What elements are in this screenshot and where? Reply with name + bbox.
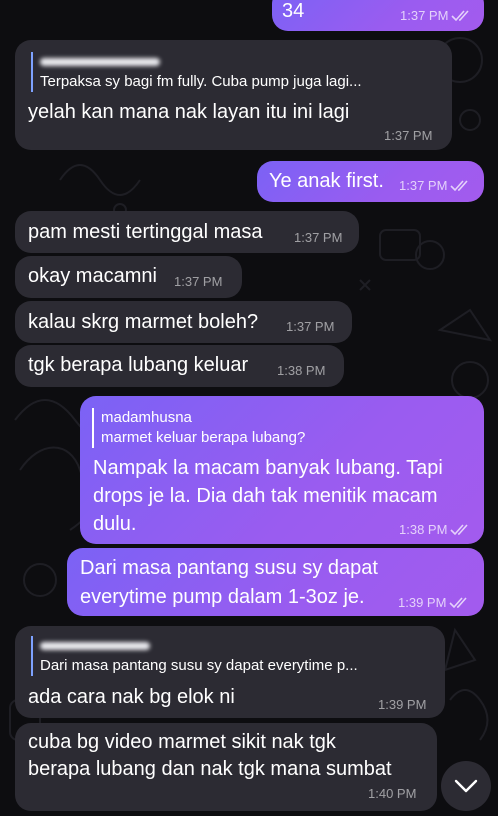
message-text-line: Dari masa pantang susu sy dapat (80, 557, 378, 579)
message-time: 1:38 PM (399, 522, 470, 537)
message-text-line: cuba bg video marmet sikit nak tgk (28, 731, 336, 753)
message-bubble-incoming[interactable]: pam mesti tertinggal masa 1:37 PM (15, 211, 359, 253)
message-text: 34 (282, 0, 305, 22)
reply-quote[interactable]: Dari masa pantang susu sy dapat everytim… (31, 636, 358, 676)
reply-preview-text: marmet keluar berapa lubang? (101, 429, 306, 446)
double-check-icon (450, 524, 469, 536)
message-time: 1:37 PM (400, 8, 471, 23)
message-text-line: Nampak la macam banyak lubang. Tapi (93, 457, 443, 479)
message-bubble-incoming[interactable]: Terpaksa sy bagi fm fully. Cuba pump jug… (15, 40, 452, 150)
message-time: 1:37 PM (294, 230, 343, 245)
message-bubble-incoming[interactable]: cuba bg video marmet sikit nak tgk berap… (15, 723, 437, 811)
message-bubble-incoming[interactable]: okay macamni 1:37 PM (15, 256, 242, 298)
double-check-icon (449, 597, 468, 609)
message-time: 1:37 PM (286, 319, 335, 334)
message-text: okay macamni (28, 265, 157, 287)
message-text-line: dulu. (93, 513, 137, 535)
message-time: 1:37 PM (399, 178, 470, 193)
reply-quote[interactable]: Terpaksa sy bagi fm fully. Cuba pump jug… (31, 52, 362, 92)
reply-sender-name-redacted (40, 636, 358, 656)
message-text-line: berapa lubang dan nak tgk mana sumbat (28, 758, 392, 780)
message-text: pam mesti tertinggal masa (28, 221, 263, 243)
message-text: tgk berapa lubang keluar (28, 354, 249, 376)
message-text-line: everytime pump dalam 1-3oz je. (80, 586, 365, 608)
message-bubble-incoming[interactable]: tgk berapa lubang keluar 1:38 PM (15, 345, 344, 387)
message-bubble-incoming[interactable]: Dari masa pantang susu sy dapat everytim… (15, 626, 445, 718)
message-bubble-outgoing[interactable]: Ye anak first. 1:37 PM (257, 161, 484, 202)
message-time: 1:37 PM (384, 128, 433, 143)
message-text-line: drops je la. Dia dah tak menitik macam (93, 485, 438, 507)
scroll-to-bottom-button[interactable] (441, 761, 491, 811)
double-check-icon (451, 10, 470, 22)
message-time: 1:39 PM (378, 697, 427, 712)
reply-sender-name-redacted (40, 52, 362, 72)
message-bubble-outgoing[interactable]: madamhusna marmet keluar berapa lubang? … (80, 396, 484, 544)
reply-preview-text: Terpaksa sy bagi fm fully. Cuba pump jug… (40, 73, 362, 90)
message-text: yelah kan mana nak layan itu ini lagi (28, 101, 350, 123)
reply-quote[interactable]: madamhusna marmet keluar berapa lubang? (92, 408, 305, 448)
message-bubble-outgoing[interactable]: 34 1:37 PM (272, 0, 484, 31)
reply-preview-text: Dari masa pantang susu sy dapat everytim… (40, 657, 358, 674)
message-time: 1:38 PM (277, 363, 326, 378)
double-check-icon (450, 180, 469, 192)
message-text: kalau skrg marmet boleh? (28, 311, 259, 333)
message-bubble-outgoing[interactable]: Dari masa pantang susu sy dapat everytim… (67, 548, 484, 616)
reply-sender-name: madamhusna (101, 409, 192, 426)
message-text: ada cara nak bg elok ni (28, 686, 235, 708)
message-time: 1:39 PM (398, 595, 469, 610)
chevron-down-icon (454, 779, 478, 793)
message-time: 1:40 PM (368, 786, 417, 801)
message-bubble-incoming[interactable]: kalau skrg marmet boleh? 1:37 PM (15, 301, 352, 343)
message-text: Ye anak first. (269, 170, 384, 192)
message-time: 1:37 PM (174, 274, 223, 289)
